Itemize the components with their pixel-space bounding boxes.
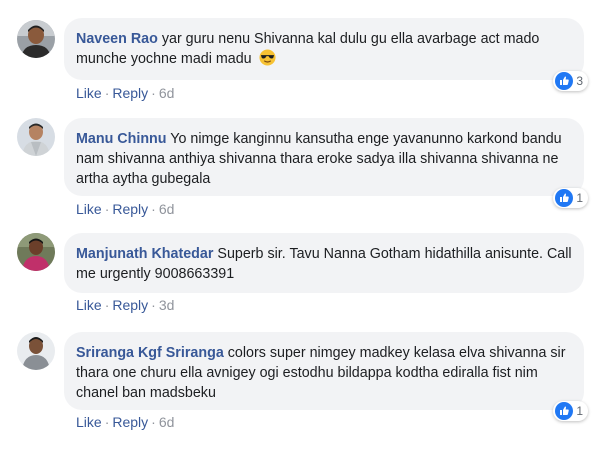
thumbs-up-icon xyxy=(555,402,574,420)
comment-timestamp[interactable]: 6d xyxy=(159,414,175,430)
comment-bubble: Naveen Rao yar guru nenu Shivanna kal du… xyxy=(64,18,584,80)
reaction-count-value: 1 xyxy=(576,404,583,418)
avatar[interactable] xyxy=(17,332,55,370)
reaction-count-value: 3 xyxy=(576,74,583,88)
comments-feed: Naveen Rao yar guru nenu Shivanna kal du… xyxy=(0,0,600,450)
reaction-count[interactable]: 3 xyxy=(553,71,588,91)
separator: · xyxy=(151,201,156,217)
reaction-count[interactable]: 1 xyxy=(553,188,588,208)
reply-link[interactable]: Reply xyxy=(112,414,148,430)
sunglasses-emoji-icon xyxy=(259,49,276,66)
comment-timestamp[interactable]: 6d xyxy=(159,201,175,217)
reply-link[interactable]: Reply xyxy=(112,201,148,217)
thumbs-up-icon xyxy=(555,189,574,207)
reaction-count[interactable]: 1 xyxy=(553,401,588,421)
separator: · xyxy=(104,201,110,217)
comment-bubble: Sriranga Kgf Sriranga colors super nimge… xyxy=(64,332,584,410)
thumbs-up-icon xyxy=(555,72,574,90)
avatar-photo xyxy=(17,20,55,58)
comment-actions: Like · Reply · 6d xyxy=(76,201,174,217)
separator: · xyxy=(151,297,156,313)
avatar[interactable] xyxy=(17,118,55,156)
separator: · xyxy=(104,414,110,430)
separator: · xyxy=(151,414,156,430)
like-link[interactable]: Like xyxy=(76,201,102,217)
comment-author[interactable]: Sriranga Kgf Sriranga xyxy=(76,345,224,361)
comment-timestamp[interactable]: 3d xyxy=(159,297,175,313)
avatar-photo xyxy=(17,118,55,156)
comment-actions: Like · Reply · 3d xyxy=(76,297,174,313)
comment-timestamp[interactable]: 6d xyxy=(159,85,175,101)
like-link[interactable]: Like xyxy=(76,85,102,101)
like-link[interactable]: Like xyxy=(76,414,102,430)
comment-actions: Like · Reply · 6d xyxy=(76,414,174,430)
comment-bubble: Manjunath Khatedar Superb sir. Tavu Nann… xyxy=(64,233,584,293)
reaction-count-value: 1 xyxy=(576,191,583,205)
avatar[interactable] xyxy=(17,233,55,271)
comment-author[interactable]: Manjunath Khatedar xyxy=(76,246,213,262)
avatar-photo xyxy=(17,233,55,271)
separator: · xyxy=(104,85,110,101)
avatar[interactable] xyxy=(17,20,55,58)
comment-actions: Like · Reply · 6d xyxy=(76,85,174,101)
comment-bubble: Manu Chinnu Yo nimge kanginnu kansutha e… xyxy=(64,118,584,196)
avatar-photo xyxy=(17,332,55,370)
comment-author[interactable]: Naveen Rao xyxy=(76,31,158,47)
like-link[interactable]: Like xyxy=(76,297,102,313)
separator: · xyxy=(151,85,156,101)
reply-link[interactable]: Reply xyxy=(112,85,148,101)
reply-link[interactable]: Reply xyxy=(112,297,148,313)
comment-author[interactable]: Manu Chinnu xyxy=(76,131,167,147)
separator: · xyxy=(104,297,110,313)
